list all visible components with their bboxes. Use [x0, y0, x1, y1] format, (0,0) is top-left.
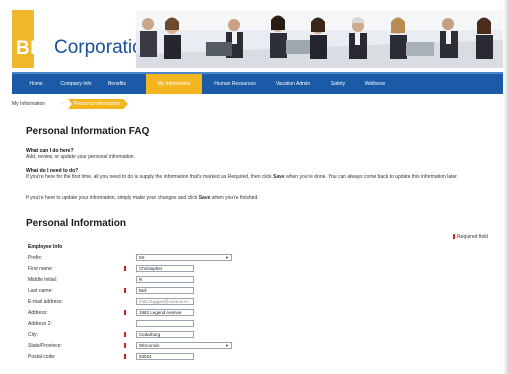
form-row-address: Address: 1862 Legend Avenue: [28, 309, 468, 317]
form-row-first-name: First name: Christopher: [28, 265, 468, 273]
form-row-last-name: Last name: Bell: [28, 287, 468, 295]
address-2-label: Address 2:: [28, 321, 52, 327]
email-label: E-mail address:: [28, 299, 63, 305]
faq-answer-3-save: Save: [198, 195, 211, 201]
city-label: City:: [28, 332, 38, 338]
page: BELL Corporation Home Company Info Benef…: [0, 0, 503, 374]
header-team-photo: [136, 10, 503, 68]
breadcrumb-root[interactable]: My Information: [12, 98, 45, 110]
form-row-postal-code: Postal code: 53024: [28, 353, 468, 361]
faq-answer-2-save: Save: [273, 174, 285, 180]
prefix-label: Prefix:: [28, 255, 43, 261]
nav-item-home[interactable]: Home: [22, 74, 50, 94]
faq-answer-2-part1: If you're here for the first time, all y…: [26, 174, 274, 180]
last-name-field[interactable]: Bell: [136, 287, 194, 294]
form-row-prefix: Prefix: Mr. ▼: [28, 254, 468, 262]
bell-corporation-logo[interactable]: BELL Corporation: [12, 10, 153, 68]
breadcrumb-current: Personal Information: [68, 99, 128, 109]
form-row-middle-initial: Middle Initial: R: [28, 276, 468, 284]
nav-item-wellness[interactable]: Wellness: [358, 74, 392, 94]
faq-answer-3-part1: If you're here to update your informatio…: [26, 195, 199, 201]
nav-item-company-info[interactable]: Company Info: [56, 74, 96, 94]
faq-answer-1: Add, review, or update your personal inf…: [26, 154, 135, 160]
required-marker-icon: [124, 332, 126, 337]
city-field[interactable]: Cedarburg: [136, 331, 194, 338]
required-marker-icon: [124, 310, 126, 315]
team-photo-illustration: [136, 10, 503, 68]
nav-item-my-information[interactable]: My Information: [146, 74, 202, 94]
last-name-label: Last name:: [28, 288, 53, 294]
form-row-city: City: Cedarburg: [28, 331, 468, 339]
postal-code-label: Postal code:: [28, 354, 56, 360]
middle-initial-label: Middle Initial:: [28, 277, 58, 283]
required-marker-icon: [124, 354, 126, 359]
site-header: BELL Corporation: [12, 10, 503, 68]
faq-answer-3: If you're here to update your informatio…: [26, 195, 496, 202]
nav-item-vacation-admin[interactable]: Vacation Admin: [268, 74, 318, 94]
first-name-field[interactable]: Christopher: [136, 265, 194, 272]
address-2-field[interactable]: [136, 320, 194, 327]
postal-code-field[interactable]: 53024: [136, 353, 194, 360]
required-marker-icon: [453, 234, 456, 239]
prefix-value: Mr.: [139, 255, 146, 260]
page-edge-shadow: [503, 0, 509, 374]
state-value: Wisconsin: [139, 343, 160, 348]
middle-initial-field[interactable]: R: [136, 276, 194, 283]
required-marker-icon: [124, 288, 126, 293]
nav-item-benefits[interactable]: Benefits: [102, 74, 132, 94]
nav-item-human-resources[interactable]: Human Resources: [208, 74, 262, 94]
employee-info-heading: Employee Info: [28, 244, 63, 250]
prefix-select[interactable]: Mr. ▼: [136, 254, 232, 261]
main-navigation: Home Company Info Benefits My Informatio…: [12, 72, 503, 94]
personal-information-title: Personal Information: [26, 218, 127, 229]
form-row-email: E-mail address: matt.duggan@conexe.io: [28, 298, 468, 306]
required-field-text: Required field: [457, 234, 488, 240]
faq-answer-3-part2: when you're finished.: [210, 195, 259, 201]
nav-item-safety[interactable]: Safety: [324, 74, 352, 94]
address-field[interactable]: 1862 Legend Avenue: [136, 309, 194, 316]
faq-title: Personal Information FAQ: [26, 126, 150, 137]
required-marker-icon: [124, 343, 126, 348]
state-label: State/Province:: [28, 343, 62, 349]
breadcrumb-chevron-icon: ›: [61, 101, 63, 107]
email-field[interactable]: matt.duggan@conexe.io: [136, 298, 194, 305]
form-row-address-2: Address 2:: [28, 320, 468, 328]
chevron-down-icon: ▼: [225, 255, 229, 260]
state-select[interactable]: Wisconsin ▼: [136, 342, 232, 349]
address-label: Address:: [28, 310, 48, 316]
faq-answer-2-part2: when you're done. You can always come ba…: [284, 174, 459, 180]
first-name-label: First name:: [28, 266, 54, 272]
required-marker-icon: [124, 266, 126, 271]
required-field-legend: Required field: [453, 234, 488, 240]
chevron-down-icon: ▼: [225, 343, 229, 348]
faq-answer-2: If you're here for the first time, all y…: [26, 174, 496, 181]
form-row-state: State/Province: Wisconsin ▼: [28, 342, 468, 350]
